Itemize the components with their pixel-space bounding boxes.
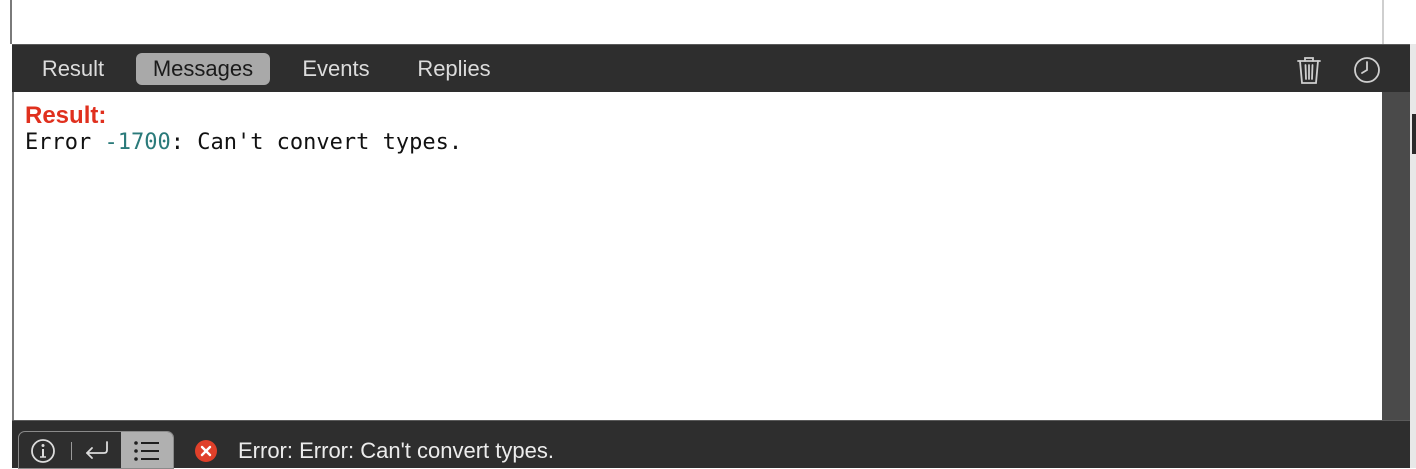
return-button[interactable] (71, 432, 121, 468)
view-mode-segmented-control (18, 431, 174, 469)
list-icon (134, 441, 159, 461)
window-right-edge (1410, 44, 1416, 468)
clock-icon[interactable] (1350, 53, 1384, 87)
error-icon (194, 439, 218, 463)
status-message: Error: Error: Can't convert types. (238, 438, 554, 463)
info-icon (31, 439, 55, 463)
top-editor-area (0, 0, 1416, 44)
status-bar: Error: Error: Can't convert types. (12, 420, 1410, 469)
error-prefix: Error (25, 130, 105, 155)
edge-marker (1412, 114, 1416, 154)
log-tab-bar: Result Messages Events Replies (12, 44, 1410, 92)
tab-replies[interactable]: Replies (404, 53, 504, 85)
tab-result[interactable]: Result (28, 53, 118, 85)
return-icon (86, 441, 108, 459)
list-button[interactable] (121, 432, 173, 468)
tab-events[interactable]: Events (286, 53, 386, 85)
info-button[interactable] (19, 432, 71, 468)
error-message: : Can't convert types. (170, 130, 463, 155)
tab-messages[interactable]: Messages (136, 53, 270, 85)
result-label: Result: (25, 102, 107, 129)
messages-pane[interactable]: Result: Error -1700: Can't convert types… (12, 92, 1382, 420)
vertical-scrollbar[interactable] (1382, 92, 1410, 420)
error-output-line: Error -1700: Can't convert types. (25, 130, 462, 155)
trash-icon[interactable] (1292, 53, 1326, 87)
error-code: -1700 (104, 130, 171, 155)
editor-left-border (10, 0, 12, 44)
editor-right-gutter (1384, 0, 1416, 44)
